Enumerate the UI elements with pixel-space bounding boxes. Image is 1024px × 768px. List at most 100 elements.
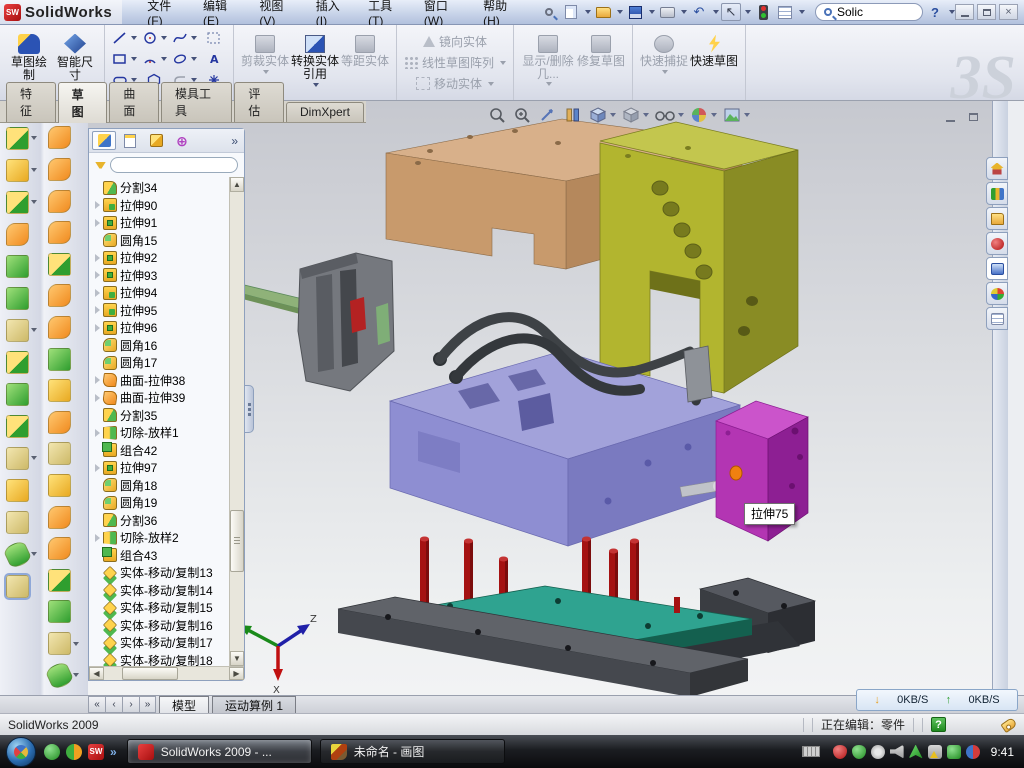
scene-icon[interactable] (720, 105, 752, 125)
surface-tool-button[interactable] (48, 189, 79, 213)
command-tab[interactable]: 模具工具 (161, 82, 232, 122)
doc-minimize-button[interactable] (942, 109, 959, 124)
flyout-arrow-icon[interactable] (31, 168, 37, 172)
surface-tool-button[interactable] (48, 284, 79, 308)
tray-icon[interactable] (947, 745, 961, 759)
menu-item[interactable]: 窗口(W) (413, 0, 472, 24)
command-tab[interactable]: 评估 (234, 82, 284, 122)
surface-tool-button[interactable] (48, 221, 79, 245)
help-icon[interactable]: ? (925, 3, 945, 21)
feature-tree-item[interactable]: 实体-移动/复制17 (93, 634, 244, 652)
surface-tool-button[interactable] (48, 410, 79, 434)
feature-tree-item[interactable]: 分割34 (93, 179, 244, 197)
pan-icon[interactable] (536, 105, 560, 125)
feature-tree-item[interactable]: 组合42 (93, 442, 244, 460)
feature-tree-item[interactable]: 拉伸96 (93, 319, 244, 337)
tray-icon[interactable] (909, 745, 923, 759)
surface-tool-button[interactable] (48, 252, 79, 276)
feature-tool-button[interactable] (6, 446, 37, 470)
options-caret-icon[interactable] (799, 10, 805, 14)
task-pane-tab[interactable] (986, 307, 1008, 330)
ellipse-tool[interactable] (169, 52, 199, 66)
rectangle-tool[interactable] (109, 52, 139, 66)
tab-prev-button[interactable]: ‹ (105, 696, 122, 713)
flyout-arrow-icon[interactable] (31, 456, 37, 460)
expand-arrow-icon[interactable] (95, 271, 100, 279)
print-caret-icon[interactable] (681, 10, 687, 14)
more-tabs-chevron[interactable]: » (231, 134, 241, 148)
feature-tree-item[interactable]: 实体-移动/复制18 (93, 652, 244, 667)
task-pane-tab[interactable] (986, 257, 1008, 280)
feature-tree-item[interactable]: 圆角16 (93, 337, 244, 355)
expand-arrow-icon[interactable] (95, 324, 100, 332)
save-icon[interactable] (625, 3, 645, 21)
tags-icon[interactable] (1000, 716, 1017, 732)
select-caret-icon[interactable] (745, 10, 751, 14)
scroll-right-button[interactable]: ▶ (229, 667, 244, 680)
appearances-icon[interactable] (687, 105, 719, 125)
feature-tool-button[interactable] (6, 478, 37, 502)
feature-tool-button[interactable] (6, 318, 37, 342)
select-tool-icon[interactable]: ↖ (721, 3, 741, 21)
tray-icon[interactable] (833, 745, 847, 759)
minimize-button[interactable] (955, 4, 974, 20)
feature-tool-button[interactable] (6, 286, 37, 310)
surface-tool-button[interactable] (48, 474, 79, 498)
menu-item[interactable]: 编辑(E) (192, 0, 248, 24)
expand-arrow-icon[interactable] (95, 464, 100, 472)
hide-show-items-icon[interactable] (652, 105, 686, 125)
tab-next-button[interactable]: › (122, 696, 139, 713)
options-icon[interactable] (775, 3, 795, 21)
expand-arrow-icon[interactable] (95, 376, 100, 384)
repair-sketch-button[interactable]: 修复草图 (576, 31, 626, 95)
scroll-thumb[interactable] (230, 510, 244, 572)
quick-snaps-button[interactable]: 快速捕捉 (639, 31, 689, 95)
surface-tool-button[interactable] (48, 600, 79, 624)
linear-pattern-button[interactable]: 线性草图阵列 (401, 54, 509, 72)
feature-tool-button[interactable] (6, 254, 37, 278)
feature-tool-button[interactable] (6, 414, 37, 438)
line-tool[interactable] (109, 31, 139, 45)
print-icon[interactable] (657, 3, 677, 21)
surface-tool-button[interactable] (48, 663, 79, 687)
undo-icon[interactable]: ↶ (689, 3, 709, 21)
doc-restore-button[interactable] (965, 109, 982, 124)
feature-tree-item[interactable]: 分割36 (93, 512, 244, 530)
scroll-down-button[interactable]: ▼ (230, 651, 244, 666)
command-tab[interactable]: DimXpert (286, 102, 364, 122)
feature-tree-item[interactable]: 拉伸91 (93, 214, 244, 232)
task-pane-tab[interactable] (986, 232, 1008, 255)
select-region-tool[interactable] (199, 31, 229, 45)
convert-entities-button[interactable]: 转换实体引用 (290, 31, 340, 95)
panel-splitter-handle[interactable] (245, 385, 254, 433)
task-pane-tab[interactable] (986, 282, 1008, 305)
surface-tool-button[interactable] (48, 158, 79, 182)
surface-tool-button[interactable] (48, 569, 79, 593)
command-tab[interactable]: 曲面 (109, 82, 159, 122)
rebuild-icon[interactable] (753, 3, 773, 21)
flyout-arrow-icon[interactable] (73, 642, 79, 646)
feature-tree-item[interactable]: 切除-放样2 (93, 529, 244, 547)
feature-tool-button[interactable] (6, 382, 37, 406)
feature-tree-item[interactable]: 拉伸94 (93, 284, 244, 302)
feature-tree-item[interactable]: 分割35 (93, 407, 244, 425)
flyout-arrow-icon[interactable] (31, 136, 37, 140)
quick-tips-icon[interactable]: ? (931, 717, 946, 732)
featuremanager-tab[interactable] (92, 131, 116, 150)
scroll-left-button[interactable]: ◀ (89, 667, 104, 680)
task-pane-tab[interactable] (986, 157, 1008, 180)
flyout-arrow-icon[interactable] (31, 200, 37, 204)
surface-tool-button[interactable] (48, 505, 79, 529)
offset-entities-button[interactable]: 等距实体 (340, 31, 390, 95)
tray-icon[interactable] (928, 745, 942, 759)
scroll-up-button[interactable]: ▲ (230, 177, 244, 192)
move-entities-button[interactable]: 移动实体 (413, 75, 497, 93)
tray-icon[interactable] (852, 745, 866, 759)
expand-arrow-icon[interactable] (95, 306, 100, 314)
tray-icon[interactable] (871, 745, 885, 759)
search-icon[interactable] (824, 8, 832, 16)
display-delete-relations-button[interactable]: 显示/删除几... (520, 31, 576, 95)
tray-icon[interactable] (890, 745, 904, 759)
expand-arrow-icon[interactable] (95, 534, 100, 542)
search-input[interactable] (837, 5, 907, 19)
